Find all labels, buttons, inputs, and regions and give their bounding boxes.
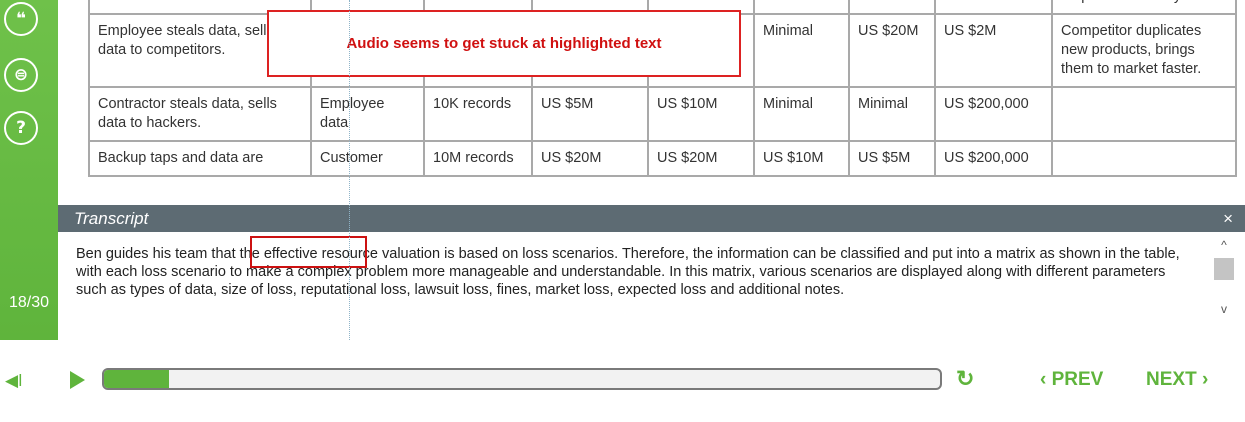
table-cell: Customer [310,140,425,177]
close-icon[interactable]: × [1223,205,1233,232]
table-cell: 10M records [423,140,533,177]
table-cell: US $200,000 [934,86,1053,142]
scroll-up-icon[interactable]: ^ [1213,238,1235,252]
layers-icon[interactable]: ⊜ [4,58,38,92]
left-sidebar: ❝ ⊜ ? 18/30 [0,0,58,340]
table-cell: 10K records [423,86,533,142]
table-cell [1051,86,1237,142]
volume-icon[interactable]: ◀︎ǀ [5,371,23,391]
table-cell: US $10M [647,86,755,142]
progress-fill [104,370,170,388]
transcript-scrollbar[interactable]: ^ v [1213,238,1235,333]
transcript-title: Transcript [74,209,149,228]
table-cell: Minimal [848,86,936,142]
table-cell: Minimal [753,13,850,88]
scroll-thumb[interactable] [1214,258,1234,280]
table-cell: US $200,000 [934,140,1053,177]
page-counter: 18/30 [8,294,50,311]
table-cell: acquisitions for 1 year [1051,0,1237,15]
table-cell [753,0,850,15]
help-icon[interactable]: ? [4,111,38,145]
table-cell: US $5M [531,86,649,142]
table-cell: US $2M [934,13,1053,88]
annotation-box: Audio seems to get stuck at highlighted … [267,10,741,77]
replay-icon[interactable]: ↻ [956,366,974,392]
quote-icon[interactable]: ❝ [4,2,38,36]
table-cell: US $20M [647,140,755,177]
table-cell: Contractor steals data, sells data to ha… [88,86,312,142]
table-cell: Competitor duplicates new products, brin… [1051,13,1237,88]
annotation-text: Audio seems to get stuck at highlighted … [346,35,662,52]
table-row: Backup taps and data are Customer 10M reco… [88,140,1237,177]
transcript-text: Ben guides his team that the effective r… [76,246,1180,298]
player-bar: ◀︎ǀ ↻ ‹ PREV NEXT › [0,340,1245,422]
table-cell: US $5M [848,140,936,177]
table-cell: Employee data [310,86,425,142]
table-row: Contractor steals data, sells data to ha… [88,86,1237,142]
table-cell: US $10M [753,140,850,177]
table-cell: Minimal [753,86,850,142]
table-cell: US $20M [848,13,936,88]
transcript-header: Transcript × [58,205,1245,232]
table-cell: Backup taps and data are [88,140,312,177]
table-cell [934,0,1053,15]
prev-button[interactable]: ‹ PREV [1040,369,1103,391]
transcript-panel: Transcript × Ben guides his team that th… [58,205,1245,335]
table-cell [848,0,936,15]
next-button[interactable]: NEXT › [1146,369,1208,391]
table-cell: US $20M [531,140,649,177]
play-icon[interactable] [70,371,85,389]
table-cell [1051,140,1237,177]
progress-bar[interactable] [102,368,942,390]
scroll-down-icon[interactable]: v [1213,302,1235,316]
